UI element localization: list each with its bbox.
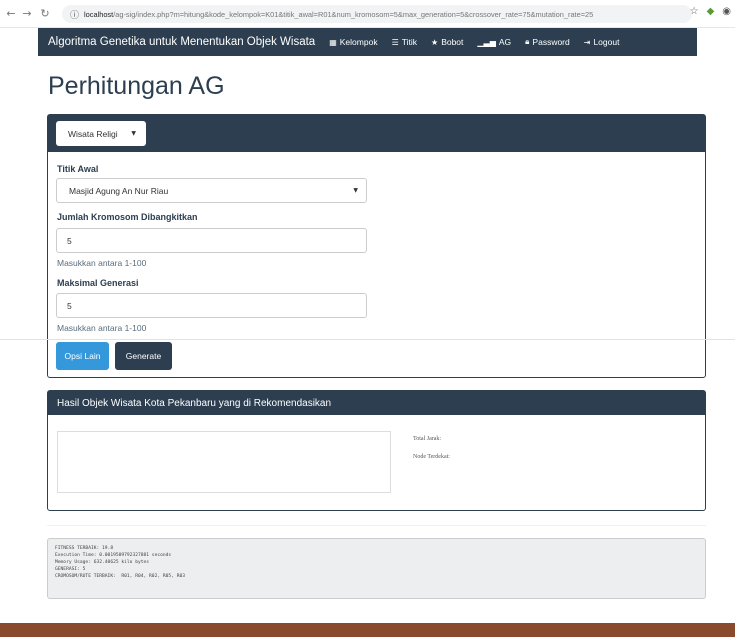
nav-label: Titik [401,37,418,47]
chromosome-help-text: Masukkan antara 1-100 [57,258,147,268]
divider [0,339,735,340]
page-footer [0,623,735,637]
max-generation-label: Maksimal Generasi [57,278,139,288]
nav-item-bobot[interactable]: ★ Bobot [431,37,463,47]
top-navbar: Algoritma Genetika untuk Menentukan Obje… [38,28,697,56]
caret-down-icon: ▼ [131,130,136,137]
bookmark-star-icon[interactable]: ☆ [690,6,699,17]
generation-help-text: Masukkan antara 1-100 [57,323,147,333]
nav-label: Password [532,37,570,47]
result-map-area [57,431,391,493]
chromosome-count-label: Jumlah Kromosom Dibangkitkan [57,212,198,222]
log-line: Execution Time: 0.0019509792327881 secon… [55,553,172,558]
nav-label: Kelompok [339,37,378,47]
max-generation-value: 5 [67,300,72,311]
nav-item-kelompok[interactable]: ▦ Kelompok [329,37,377,47]
page-title: Perhitungan AG [48,72,225,100]
divider [47,525,706,526]
start-point-label: Titik Awal [57,164,99,174]
execution-log: FITNESS TERBAIK: 19.8 Execution Time: 0.… [47,538,706,599]
lock-icon: 🔒︎ [525,37,530,46]
address-bar[interactable]: ⓘ localhost/ag-sig/index.php?m=hitung&ko… [62,5,692,23]
log-line: GENERASI: 5 [55,567,86,572]
list-icon: ☰ [391,37,399,47]
url-text[interactable]: localhost/ag-sig/index.php?m=hitung&kode… [84,10,593,19]
chromosome-count-value: 5 [67,235,72,246]
chromosome-count-input[interactable]: 5 [56,228,367,253]
back-icon[interactable]: ← [4,7,18,20]
nav-label: Bobot [441,37,464,47]
group-select-value: Wisata Religi [68,128,118,139]
result-card-title: Hasil Objek Wisata Kota Pekanbaru yang d… [48,391,705,415]
profile-icon[interactable]: ◉ [722,6,731,17]
card-header: Wisata Religi ▼ [48,115,705,152]
extension-icon[interactable]: ◆ [707,6,715,17]
url-host: localhost [84,9,114,19]
star-icon: ★ [431,37,439,47]
group-select[interactable]: Wisata Religi ▼ [56,121,146,146]
start-point-select[interactable]: Masjid Agung An Nur Riau ▼ [56,178,367,203]
info-icon[interactable]: ⓘ [70,8,79,21]
log-line: CROMOSOM/RUTE TERBAIK: R01, R04, R02, R0… [55,574,185,579]
browser-toolbar: ← → ↻ ⓘ localhost/ag-sig/index.php?m=hit… [0,0,735,28]
log-line: Memory Usage: 632.40625 kilo bytes [55,560,150,565]
start-point-value: Masjid Agung An Nur Riau [69,185,169,196]
reload-icon[interactable]: ↻ [38,7,52,20]
brand-title[interactable]: Algoritma Genetika untuk Menentukan Obje… [48,36,315,48]
nearest-node-label: Node Terdekat: [413,454,450,460]
generate-button[interactable]: Generate [115,342,172,370]
url-path: /ag-sig/index.php?m=hitung&kode_kelompok… [113,9,594,19]
grid-icon: ▦ [329,37,337,47]
log-line: FITNESS TERBAIK: 19.8 [55,546,114,551]
total-distance-label: Total Jarak: [413,436,442,442]
nav-item-ag[interactable]: ▁▃▅ AG [477,37,511,47]
nav-item-logout[interactable]: ⇥ Logout [584,37,620,47]
max-generation-input[interactable]: 5 [56,293,367,318]
nav-label: AG [498,37,512,47]
other-options-button[interactable]: Opsi Lain [56,342,109,370]
forward-icon[interactable]: → [20,7,34,20]
nav-item-password[interactable]: 🔒︎ Password [525,37,570,47]
nav-item-titik[interactable]: ☰ Titik [392,37,417,47]
logout-icon: ⇥ [583,37,591,47]
caret-down-icon: ▼ [353,187,358,194]
nav-label: Logout [593,37,620,47]
signal-icon: ▁▃▅ [477,37,496,47]
result-card: Hasil Objek Wisata Kota Pekanbaru yang d… [47,390,706,511]
